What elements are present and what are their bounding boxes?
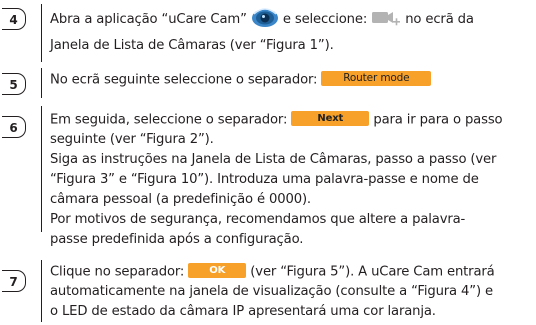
add-camera-icon [371, 9, 401, 27]
step-4-text-b: e seleccione: [282, 12, 372, 27]
step-6-text-b: para ir para o passo [373, 112, 503, 128]
step-7-line-2: automaticamente na janela de visualizaçã… [50, 284, 493, 299]
step-6-line-3: Siga as instruções na Janela de Lista de… [50, 152, 497, 167]
step-number-5: 5 [2, 73, 26, 95]
next-button[interactable]: Next [291, 111, 370, 126]
step-number-4: 4 [2, 8, 26, 30]
step-6-text-a: Em seguida, seleccione o separador: [50, 112, 292, 128]
ok-button[interactable]: OK [188, 263, 247, 278]
step-divider-5 [41, 68, 42, 98]
step-6-line-4: “Figura 3” e “Figura 10”). Introduza uma… [50, 172, 479, 187]
ucare-cam-app-icon [251, 6, 279, 28]
step-4-line-1: Abra a aplicação “uCare Cam” e seleccion… [50, 8, 474, 30]
step-7-line-3: o LED de estado da câmara IP apresentará… [50, 304, 436, 319]
step-divider-4 [41, 4, 42, 62]
step-6-line-2: seguinte (ver “Figura 2”). [50, 132, 214, 147]
step-7-text-a: Clique no separador: [50, 264, 189, 280]
router-mode-button[interactable]: Router mode [321, 71, 432, 86]
step-6-line-1: Em seguida, seleccione o separador: Next… [50, 111, 503, 129]
step-number-7: 7 [2, 270, 26, 292]
step-divider-7 [41, 260, 42, 322]
step-6-line-6: Por motivos de segurança, recomendamos q… [50, 212, 466, 227]
step-4-text-a: Abra a aplicação “uCare Cam” [50, 12, 251, 27]
step-6-line-7: passe predefinida após a configuração. [50, 232, 304, 247]
step-divider-6 [41, 106, 42, 232]
step-4-text-c: no ecrã da [405, 12, 474, 27]
step-4-line-2: Janela de Lista de Câmaras (ver “Figura … [50, 38, 334, 53]
step-number-6: 6 [2, 116, 26, 138]
step-6-line-5: câmara pessoal (a predefinição é 0000). [50, 192, 311, 207]
step-7-text-b: (ver “Figura 5”). A uCare Cam entrará [250, 264, 495, 280]
step-5-line-1: No ecrã seguinte seleccione o separador:… [50, 71, 432, 89]
step-5-text: No ecrã seguinte seleccione o separador: [50, 72, 322, 88]
step-7-line-1: Clique no separador: OK (ver “Figura 5”)… [50, 263, 495, 281]
